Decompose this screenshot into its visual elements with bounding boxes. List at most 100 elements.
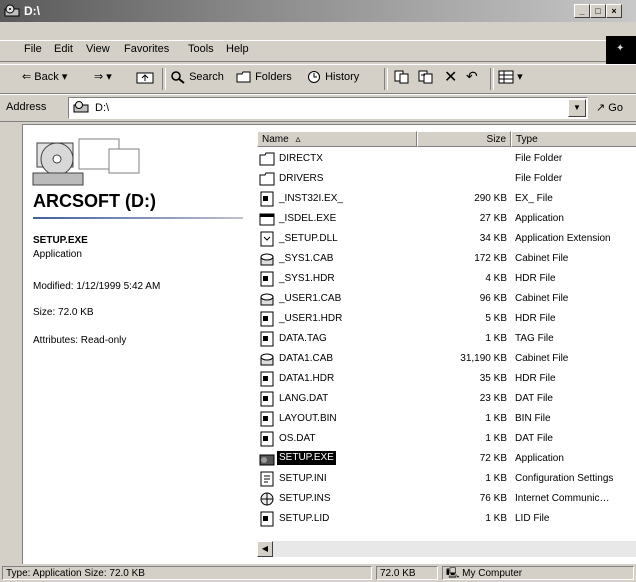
computer-icon: 🖳: [446, 568, 460, 579]
file-row[interactable]: DATA1.CAB 31,190 KB Cabinet File: [257, 349, 636, 369]
history-label: History: [325, 70, 360, 83]
cab-icon: [259, 251, 275, 267]
up-folder-button[interactable]: [136, 70, 154, 84]
file-size: 172 KB: [474, 253, 507, 264]
file-row[interactable]: DIRECTX File Folder: [257, 149, 636, 169]
history-button[interactable]: History: [306, 70, 359, 84]
windows-logo: ✦: [606, 36, 636, 64]
menu-edit[interactable]: Edit: [54, 43, 73, 55]
address-dropdown-button[interactable]: ▼: [568, 99, 586, 117]
ini-icon: [259, 471, 275, 487]
file-size: Size: 72.0 KB: [33, 307, 94, 318]
maximize-button[interactable]: □: [590, 4, 606, 18]
file-type: Application: [515, 453, 564, 464]
file-row[interactable]: SETUP.LID 1 KB LID File: [257, 509, 636, 529]
title-bar[interactable]: D:\ _ □ ×: [0, 0, 636, 22]
toolbar-separator: [384, 68, 388, 90]
file-size: 31,190 KB: [460, 353, 507, 364]
throbber-icon: ✦: [616, 43, 625, 54]
folders-icon: [236, 71, 251, 83]
menu-tools[interactable]: Tools: [188, 43, 214, 55]
menu-help[interactable]: Help: [226, 43, 249, 55]
file-name: SETUP.INS: [279, 493, 331, 504]
toolbar: ⇐ Back ▾ ⇒ ▾ Search Folders History ✕ ↶ …: [0, 64, 636, 94]
folder-icon: [259, 171, 275, 187]
column-name-label: Name: [262, 134, 289, 145]
file-name: SETUP.INI: [279, 473, 327, 484]
address-field[interactable]: D:\ ▼: [68, 97, 588, 119]
horizontal-scrollbar[interactable]: ◀: [257, 541, 636, 557]
file-name: DIRECTX: [279, 153, 323, 164]
file-icon: [259, 331, 275, 347]
file-row[interactable]: DRIVERS File Folder: [257, 169, 636, 189]
file-row[interactable]: _USER1.HDR 5 KB HDR File: [257, 309, 636, 329]
undo-button[interactable]: ↶: [466, 68, 478, 85]
back-label: Back: [34, 71, 59, 83]
column-header-type[interactable]: Type: [511, 131, 636, 147]
file-type: Configuration Settings: [515, 473, 614, 484]
menu-bar: File Edit View Favorites Tools Help: [0, 40, 636, 62]
file-type: Application: [515, 213, 564, 224]
scroll-left-button[interactable]: ◀: [257, 541, 273, 557]
file-size: 76 KB: [479, 493, 507, 504]
status-zone-label: My Computer: [462, 568, 523, 579]
file-size: 290 KB: [474, 193, 507, 204]
views-button[interactable]: ▾: [498, 70, 523, 84]
column-header-size[interactable]: Size: [417, 131, 511, 147]
file-name: SETUP.EXE: [277, 451, 336, 465]
file-type: DAT File: [515, 433, 553, 444]
minimize-button[interactable]: _: [574, 4, 590, 18]
file-row[interactable]: DATA1.HDR 35 KB HDR File: [257, 369, 636, 389]
copy-to-icon: [418, 70, 433, 84]
dropdown-icon: ▾: [61, 71, 68, 83]
file-icon: [259, 271, 275, 287]
folders-button[interactable]: Folders: [236, 70, 292, 84]
list-header: Name ▵ Size Type: [257, 131, 636, 147]
explorer-window: D:\ _ □ × File Edit View Favorites Tools…: [0, 0, 636, 582]
file-type: Cabinet File: [515, 353, 569, 364]
file-row[interactable]: _ISDEL.EXE 27 KB Application: [257, 209, 636, 229]
selected-file-name: SETUP.EXE: [33, 235, 88, 246]
file-row[interactable]: OS.DAT 1 KB DAT File: [257, 429, 636, 449]
file-icon: [259, 431, 275, 447]
menu-file[interactable]: File: [24, 43, 42, 55]
menu-favorites[interactable]: Favorites: [124, 43, 169, 55]
file-row[interactable]: _SYS1.CAB 172 KB Cabinet File: [257, 249, 636, 269]
file-row[interactable]: _SYS1.HDR 4 KB HDR File: [257, 269, 636, 289]
ins-icon: [259, 491, 275, 507]
file-row[interactable]: _SETUP.DLL 34 KB Application Extension: [257, 229, 636, 249]
file-type: Cabinet File: [515, 293, 569, 304]
file-row[interactable]: LAYOUT.BIN 1 KB BIN File: [257, 409, 636, 429]
go-arrow-icon: ↗: [596, 102, 606, 114]
file-type: HDR File: [515, 313, 556, 324]
close-button[interactable]: ×: [606, 4, 622, 18]
menu-view[interactable]: View: [86, 43, 110, 55]
toolbar-separator: [162, 68, 166, 90]
file-name: _SETUP.DLL: [279, 233, 338, 244]
back-button[interactable]: ⇐ Back ▾: [22, 70, 67, 83]
status-bar: Type: Application Size: 72.0 KB 72.0 KB …: [0, 564, 636, 582]
file-name: _ISDEL.EXE: [279, 213, 337, 224]
file-size: 1 KB: [485, 413, 507, 424]
file-row[interactable]: SETUP.INS 76 KB Internet Communic…: [257, 489, 636, 509]
address-label: Address: [6, 101, 47, 113]
file-row[interactable]: SETUP.EXE 72 KB Application: [257, 449, 636, 469]
file-icon: [259, 191, 275, 207]
file-type: BIN File: [515, 413, 551, 424]
delete-button[interactable]: ✕: [444, 67, 457, 87]
file-row[interactable]: _USER1.CAB 96 KB Cabinet File: [257, 289, 636, 309]
file-row[interactable]: _INST32I.EX_ 290 KB EX_ File: [257, 189, 636, 209]
file-row[interactable]: SETUP.INI 1 KB Configuration Settings: [257, 469, 636, 489]
file-icon: [259, 391, 275, 407]
move-to-button[interactable]: [394, 70, 410, 84]
file-type: LID File: [515, 513, 550, 524]
forward-button[interactable]: ⇒ ▾: [94, 70, 112, 83]
file-row[interactable]: LANG.DAT 23 KB DAT File: [257, 389, 636, 409]
app-icon: [259, 211, 275, 227]
copy-to-button[interactable]: [418, 70, 434, 84]
search-button[interactable]: Search: [170, 70, 224, 84]
column-header-name[interactable]: Name ▵: [257, 131, 417, 147]
file-row[interactable]: DATA.TAG 1 KB TAG File: [257, 329, 636, 349]
file-type: HDR File: [515, 273, 556, 284]
go-button[interactable]: ↗ Go: [596, 101, 623, 114]
